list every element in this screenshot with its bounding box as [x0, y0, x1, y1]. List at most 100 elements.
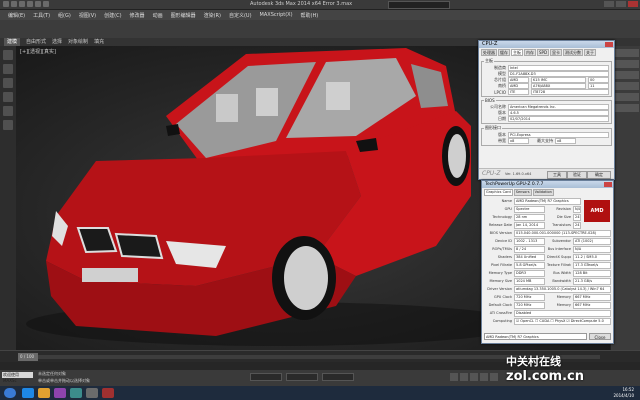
gpuz-field-label: ROPs/TMUs	[492, 247, 512, 251]
app-menu-icon[interactable]	[3, 1, 9, 7]
tool-icon[interactable]	[3, 78, 13, 88]
tab-object-paint[interactable]: 对象绘制	[68, 38, 88, 46]
panel-button[interactable]	[613, 60, 639, 68]
quick-access-toolbar[interactable]	[3, 1, 49, 7]
ok-button[interactable]: 确定	[587, 171, 611, 179]
search-input[interactable]	[388, 1, 450, 9]
gpuz-close-icon[interactable]	[604, 182, 612, 187]
gpuz-field-label: Device ID	[495, 239, 512, 243]
panel-button[interactable]	[613, 104, 639, 112]
goto-start-button[interactable]	[450, 373, 458, 381]
play-button[interactable]	[470, 373, 478, 381]
gpuz-taskbar-icon[interactable]	[102, 388, 114, 398]
cpuz-tab[interactable]: 关于	[584, 49, 597, 56]
y-coord-field[interactable]	[286, 373, 318, 381]
gpuz-row: Memory Size 1024 MB Bandwidth 21.3 GB/s	[482, 277, 613, 285]
tab-freeform[interactable]: 自由形式	[26, 38, 46, 46]
device-select[interactable]: AMD Radeon(TM) R7 Graphics	[484, 333, 587, 340]
menu-item[interactable]: 工具(T)	[33, 12, 50, 19]
explorer-icon[interactable]	[38, 388, 50, 398]
tool-icon[interactable]	[3, 120, 13, 130]
menu-item[interactable]: 编辑(E)	[8, 12, 25, 19]
menu-item[interactable]: 动画	[153, 12, 163, 19]
cpuz-tab-active[interactable]: 主板	[511, 49, 523, 56]
menu-item[interactable]: 帮助(H)	[301, 12, 319, 19]
media-icon[interactable]	[54, 388, 66, 398]
gpuz-field-value: 17.3 GTexel/s	[573, 261, 611, 269]
watermark-cn: 中关村在线	[506, 355, 561, 368]
x-coord-field[interactable]	[250, 373, 282, 381]
tools-button[interactable]: 工具	[547, 171, 567, 179]
gpuz-field-label: Memory	[556, 303, 571, 307]
link-width: x8	[508, 138, 529, 144]
cpuz-tab[interactable]: 内存	[524, 49, 536, 56]
panel-button[interactable]	[613, 49, 639, 57]
mainboard-group: 主板 制造商 Intel 模型 D1-F2A88X-D3 芯片组 AMD K15 IMC…	[481, 58, 612, 97]
prev-frame-button[interactable]	[460, 373, 468, 381]
gpuz-field-label: Bus Width	[553, 271, 571, 275]
gpuz-title: TechPowerUp GPU-Z 0.7.7	[485, 182, 544, 187]
gpuz-field-label: Bus Interface	[547, 247, 571, 251]
close-button[interactable]	[628, 1, 638, 7]
tab-populate[interactable]: 填充	[94, 38, 104, 46]
gpuz-field-label: ATI CrossFire	[489, 311, 512, 315]
menu-item[interactable]: 创建(C)	[104, 12, 121, 19]
gpuz-field-value: 5.8 GPixel/s	[514, 261, 545, 269]
next-frame-button[interactable]	[480, 373, 488, 381]
gpuz-title-bar[interactable]: TechPowerUp GPU-Z 0.7.7	[482, 181, 613, 188]
save-icon[interactable]	[27, 1, 33, 7]
cpuz-taskbar-icon[interactable]	[86, 388, 98, 398]
panel-button[interactable]	[613, 71, 639, 79]
gpuz-close-button[interactable]: Close	[589, 333, 611, 340]
tool-icon[interactable]	[3, 92, 13, 102]
tab-selection[interactable]: 选择	[52, 38, 62, 46]
cpuz-tab[interactable]: 处理器	[481, 49, 497, 56]
gpuz-tab-active[interactable]: Graphics Card	[484, 189, 513, 196]
viewport-label[interactable]: [+][透视][真实]	[20, 48, 56, 55]
gpuz-field-label: BIOS Version	[489, 231, 512, 235]
3dsmax-taskbar-icon[interactable]	[70, 388, 82, 398]
maxscript-listener[interactable]: 欢迎使用 MAXSc	[2, 372, 33, 383]
ie-icon[interactable]	[22, 388, 34, 398]
tool-icon[interactable]	[3, 64, 13, 74]
gpuz-tab[interactable]: Validation	[532, 189, 554, 196]
menu-item[interactable]: MAXScript(X)	[260, 12, 293, 18]
menu-item[interactable]: 图形编辑器	[171, 12, 196, 19]
menu-item[interactable]: 自定义(U)	[229, 12, 252, 19]
cpuz-tab[interactable]: 缓存	[498, 49, 510, 56]
cpuz-tab[interactable]: SPD	[537, 49, 550, 56]
bios-group: BIOS 公司名称 American Megatrends Inc. 版本 4.6.…	[481, 98, 612, 124]
cpuz-close-button[interactable]	[605, 42, 613, 47]
gpuz-field-label: DirectX Support	[547, 255, 571, 259]
undo-icon[interactable]	[35, 1, 41, 7]
gpuz-tab[interactable]: Sensors	[513, 189, 532, 196]
menu-item[interactable]: 修改器	[130, 12, 145, 19]
minimize-button[interactable]	[604, 1, 614, 7]
start-button[interactable]	[4, 388, 16, 398]
gpuz-field-value: 128 Bit	[573, 269, 611, 277]
menu-item[interactable]: 组(G)	[58, 12, 71, 19]
validate-button[interactable]: 验证	[567, 171, 587, 179]
open-file-icon[interactable]	[19, 1, 25, 7]
cpuz-title-bar[interactable]: CPU-Z	[479, 41, 614, 48]
gpuz-window: TechPowerUp GPU-Z 0.7.7 Graphics Card Se…	[481, 180, 614, 344]
menu-item[interactable]: 渲染(R)	[204, 12, 221, 19]
redo-icon[interactable]	[43, 1, 49, 7]
panel-button[interactable]	[613, 93, 639, 101]
gpuz-field-label: Technology	[492, 215, 512, 219]
tool-icon[interactable]	[3, 50, 13, 60]
cpuz-tab[interactable]: 显卡	[550, 49, 563, 56]
cpuz-tab[interactable]: 测试分数	[563, 49, 584, 56]
tab-modeling[interactable]: 建模	[4, 38, 21, 46]
field-label: 带宽	[498, 138, 506, 143]
gpuz-row: Default Clock 720 MHz Memory 667 MHz	[482, 301, 613, 309]
goto-end-button[interactable]	[490, 373, 498, 381]
tool-icon[interactable]	[3, 106, 13, 116]
menu-item[interactable]: 视图(V)	[79, 12, 96, 19]
new-file-icon[interactable]	[11, 1, 17, 7]
z-coord-field[interactable]	[322, 373, 354, 381]
maximize-button[interactable]	[616, 1, 626, 7]
panel-button[interactable]	[613, 82, 639, 90]
cpuz-version: Ver. 1.69.0.x64	[505, 172, 532, 176]
taskbar-clock[interactable]: 16:52 2014/4/10	[613, 387, 634, 399]
